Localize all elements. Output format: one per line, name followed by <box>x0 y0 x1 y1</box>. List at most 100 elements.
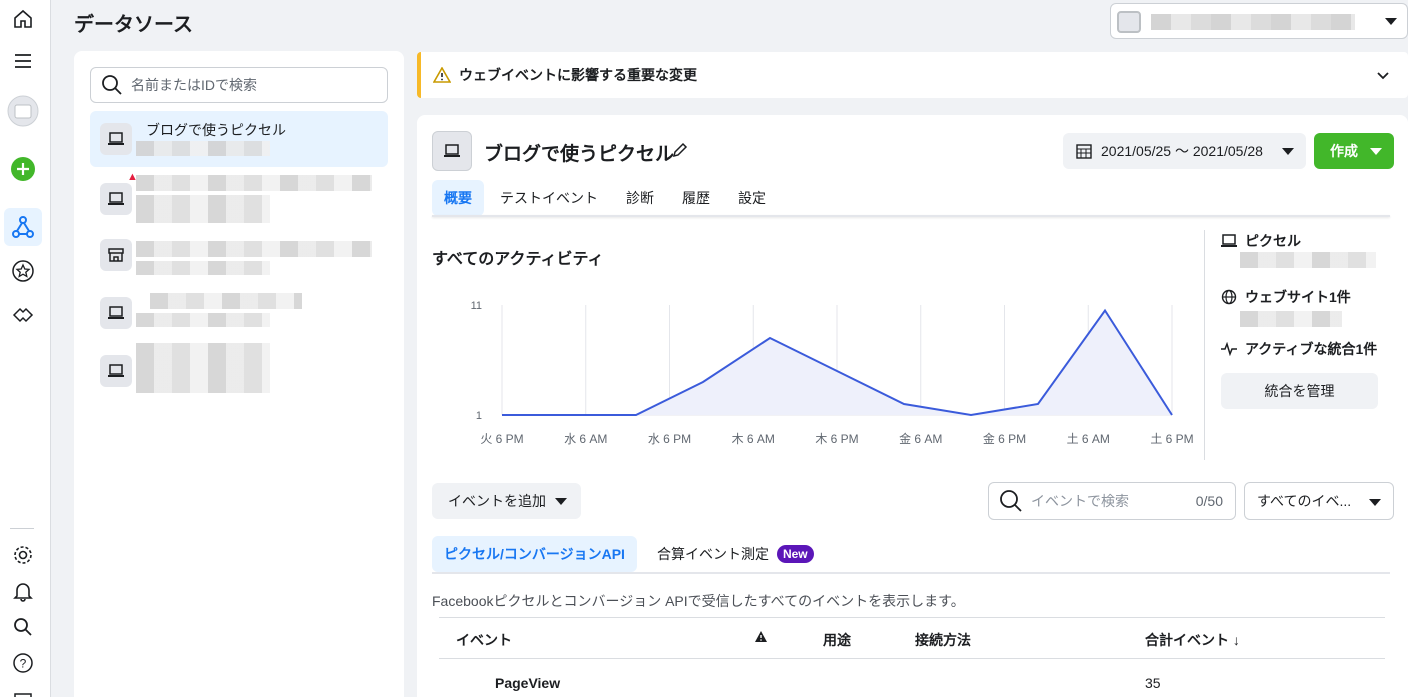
star-icon[interactable] <box>4 252 42 290</box>
x-tick-label: 水 6 AM <box>564 432 607 446</box>
laptop-icon <box>100 183 132 215</box>
source-name-redacted <box>136 175 372 191</box>
event-subtabs: ピクセル/コンバージョンAPI 合算イベント測定 New <box>432 536 826 572</box>
chevron-down-icon <box>1385 18 1397 25</box>
add-event-label: イベントを追加 <box>448 493 546 509</box>
search-icon[interactable] <box>4 608 42 646</box>
source-id-redacted <box>136 261 270 275</box>
bell-icon[interactable] <box>4 572 42 610</box>
account-icon <box>1117 11 1141 33</box>
laptop-icon <box>1221 234 1237 247</box>
home-icon[interactable] <box>4 0 42 38</box>
rail-divider <box>10 528 34 529</box>
info-website: ウェブサイト1件 <box>1221 287 1351 307</box>
gear-icon[interactable] <box>4 536 42 574</box>
events-table-header: イベント 用途 接続方法 合計イベント ↓ <box>439 617 1385 659</box>
reports-icon[interactable] <box>4 680 42 697</box>
create-button[interactable]: 作成 <box>1314 133 1394 169</box>
pencil-icon[interactable] <box>671 141 689 159</box>
search-icon <box>102 75 122 95</box>
chevron-down-icon <box>1282 148 1294 155</box>
x-tick-label: 火 6 PM <box>480 432 523 446</box>
banner-text: ウェブイベントに影響する重要な変更 <box>459 67 697 83</box>
events-manager-icon[interactable] <box>4 208 42 246</box>
calendar-icon <box>1076 144 1092 159</box>
info-website-label: ウェブサイト1件 <box>1245 289 1351 305</box>
store-icon <box>100 239 132 271</box>
event-search-count: 0/50 <box>1195 493 1223 509</box>
pixel-tabs: 概要 テストイベント 診断 履歴 設定 <box>432 180 778 216</box>
events-description: Facebookピクセルとコンバージョン APIで受信したすべてのイベントを表示… <box>432 593 965 609</box>
chevron-down-icon <box>1370 148 1382 155</box>
new-badge: New <box>776 545 814 563</box>
globe-icon <box>1221 289 1237 305</box>
event-filter-value: すべてのイベ... <box>1257 493 1352 509</box>
tab-aggregated-event-measurement[interactable]: 合算イベント測定 New <box>645 536 826 572</box>
source-search-input[interactable] <box>131 77 371 93</box>
source-item[interactable] <box>90 227 388 283</box>
tab-test-events[interactable]: テストイベント <box>488 180 610 216</box>
manage-integrations-button[interactable]: 統合を管理 <box>1221 373 1378 409</box>
source-search[interactable] <box>90 67 388 103</box>
tab-aggregated-label: 合算イベント測定 <box>656 546 769 562</box>
source-id-redacted <box>136 195 270 223</box>
source-item[interactable] <box>90 285 388 341</box>
warning-icon <box>433 67 451 83</box>
tab-pixel-conversion-api[interactable]: ピクセル/コンバージョンAPI <box>432 536 637 572</box>
tab-settings[interactable]: 設定 <box>726 180 778 216</box>
pixel-title: ブログで使うピクセル <box>484 144 675 165</box>
chevron-down-icon <box>555 498 567 505</box>
event-name: PageView <box>495 675 561 691</box>
col-total-events[interactable]: 合計イベント ↓ <box>1145 630 1240 650</box>
tab-diagnostics[interactable]: 診断 <box>614 180 666 216</box>
col-purpose[interactable]: 用途 <box>823 630 851 650</box>
x-tick-label: 土 6 PM <box>1150 432 1193 446</box>
important-changes-banner[interactable]: ウェブイベントに影響する重要な変更 <box>417 52 1408 98</box>
source-item-selected[interactable]: ブログで使うピクセル <box>90 111 388 167</box>
info-pixel-label: ピクセル <box>1245 233 1301 249</box>
source-name-redacted <box>150 293 302 309</box>
menu-icon[interactable] <box>4 42 42 80</box>
event-filter-select[interactable]: すべてのイベ... <box>1244 482 1394 520</box>
account-avatar[interactable] <box>4 92 42 130</box>
activity-pulse-icon <box>1221 342 1237 356</box>
pixel-id-redacted <box>1240 252 1376 268</box>
y-tick-label: 11 <box>471 300 482 312</box>
date-range-picker[interactable]: 2021/05/25 〜 2021/05/28 <box>1063 133 1306 169</box>
x-tick-label: 土 6 AM <box>1067 432 1110 446</box>
x-tick-label: 水 6 PM <box>648 432 691 446</box>
search-icon <box>1000 490 1022 512</box>
y-tick-label: 1 <box>476 410 482 422</box>
info-pixel: ピクセル <box>1221 231 1301 251</box>
event-total: 35 <box>1145 675 1161 691</box>
col-connection-method[interactable]: 接続方法 <box>915 630 971 650</box>
x-tick-label: 木 6 AM <box>732 432 775 446</box>
info-divider <box>1204 230 1205 460</box>
chevron-down-icon <box>1369 499 1381 506</box>
source-item[interactable]: ▲ <box>90 171 388 227</box>
svg-text:?: ? <box>20 657 27 671</box>
col-event[interactable]: イベント <box>456 630 512 650</box>
source-id-redacted <box>136 313 270 327</box>
chevron-down-icon[interactable] <box>1376 68 1390 82</box>
event-search-input[interactable] <box>1031 493 1181 509</box>
source-item[interactable] <box>90 343 388 399</box>
tab-pixel-conversion-api-label: ピクセル/コンバージョンAPI <box>444 546 625 562</box>
tab-overview[interactable]: 概要 <box>432 180 484 216</box>
x-tick-label: 金 6 AM <box>899 431 942 446</box>
add-event-button[interactable]: イベントを追加 <box>432 483 581 519</box>
activity-chart: 111火 6 PM 水 6 AM 水 6 PM 木 6 AM 木 6 PM 金 6 AM 金… <box>471 300 1194 446</box>
create-button-label: 作成 <box>1330 143 1358 159</box>
partner-handshake-icon[interactable] <box>4 296 42 334</box>
page-title: データソース <box>74 14 193 36</box>
help-icon[interactable]: ? <box>4 644 42 682</box>
event-search[interactable]: 0/50 <box>988 482 1236 520</box>
info-integrations-label: アクティブな統合1件 <box>1245 341 1378 357</box>
pixel-detail-card: ブログで使うピクセル 2021/05/25 〜 2021/05/28 作成 概要… <box>417 115 1408 697</box>
tab-history[interactable]: 履歴 <box>670 180 722 216</box>
ad-account-selector[interactable] <box>1110 3 1408 39</box>
create-plus-icon[interactable] <box>4 150 42 188</box>
data-source-panel: ブログで使うピクセル ▲ <box>74 51 404 697</box>
warning-icon <box>755 631 767 642</box>
laptop-icon <box>432 131 472 171</box>
